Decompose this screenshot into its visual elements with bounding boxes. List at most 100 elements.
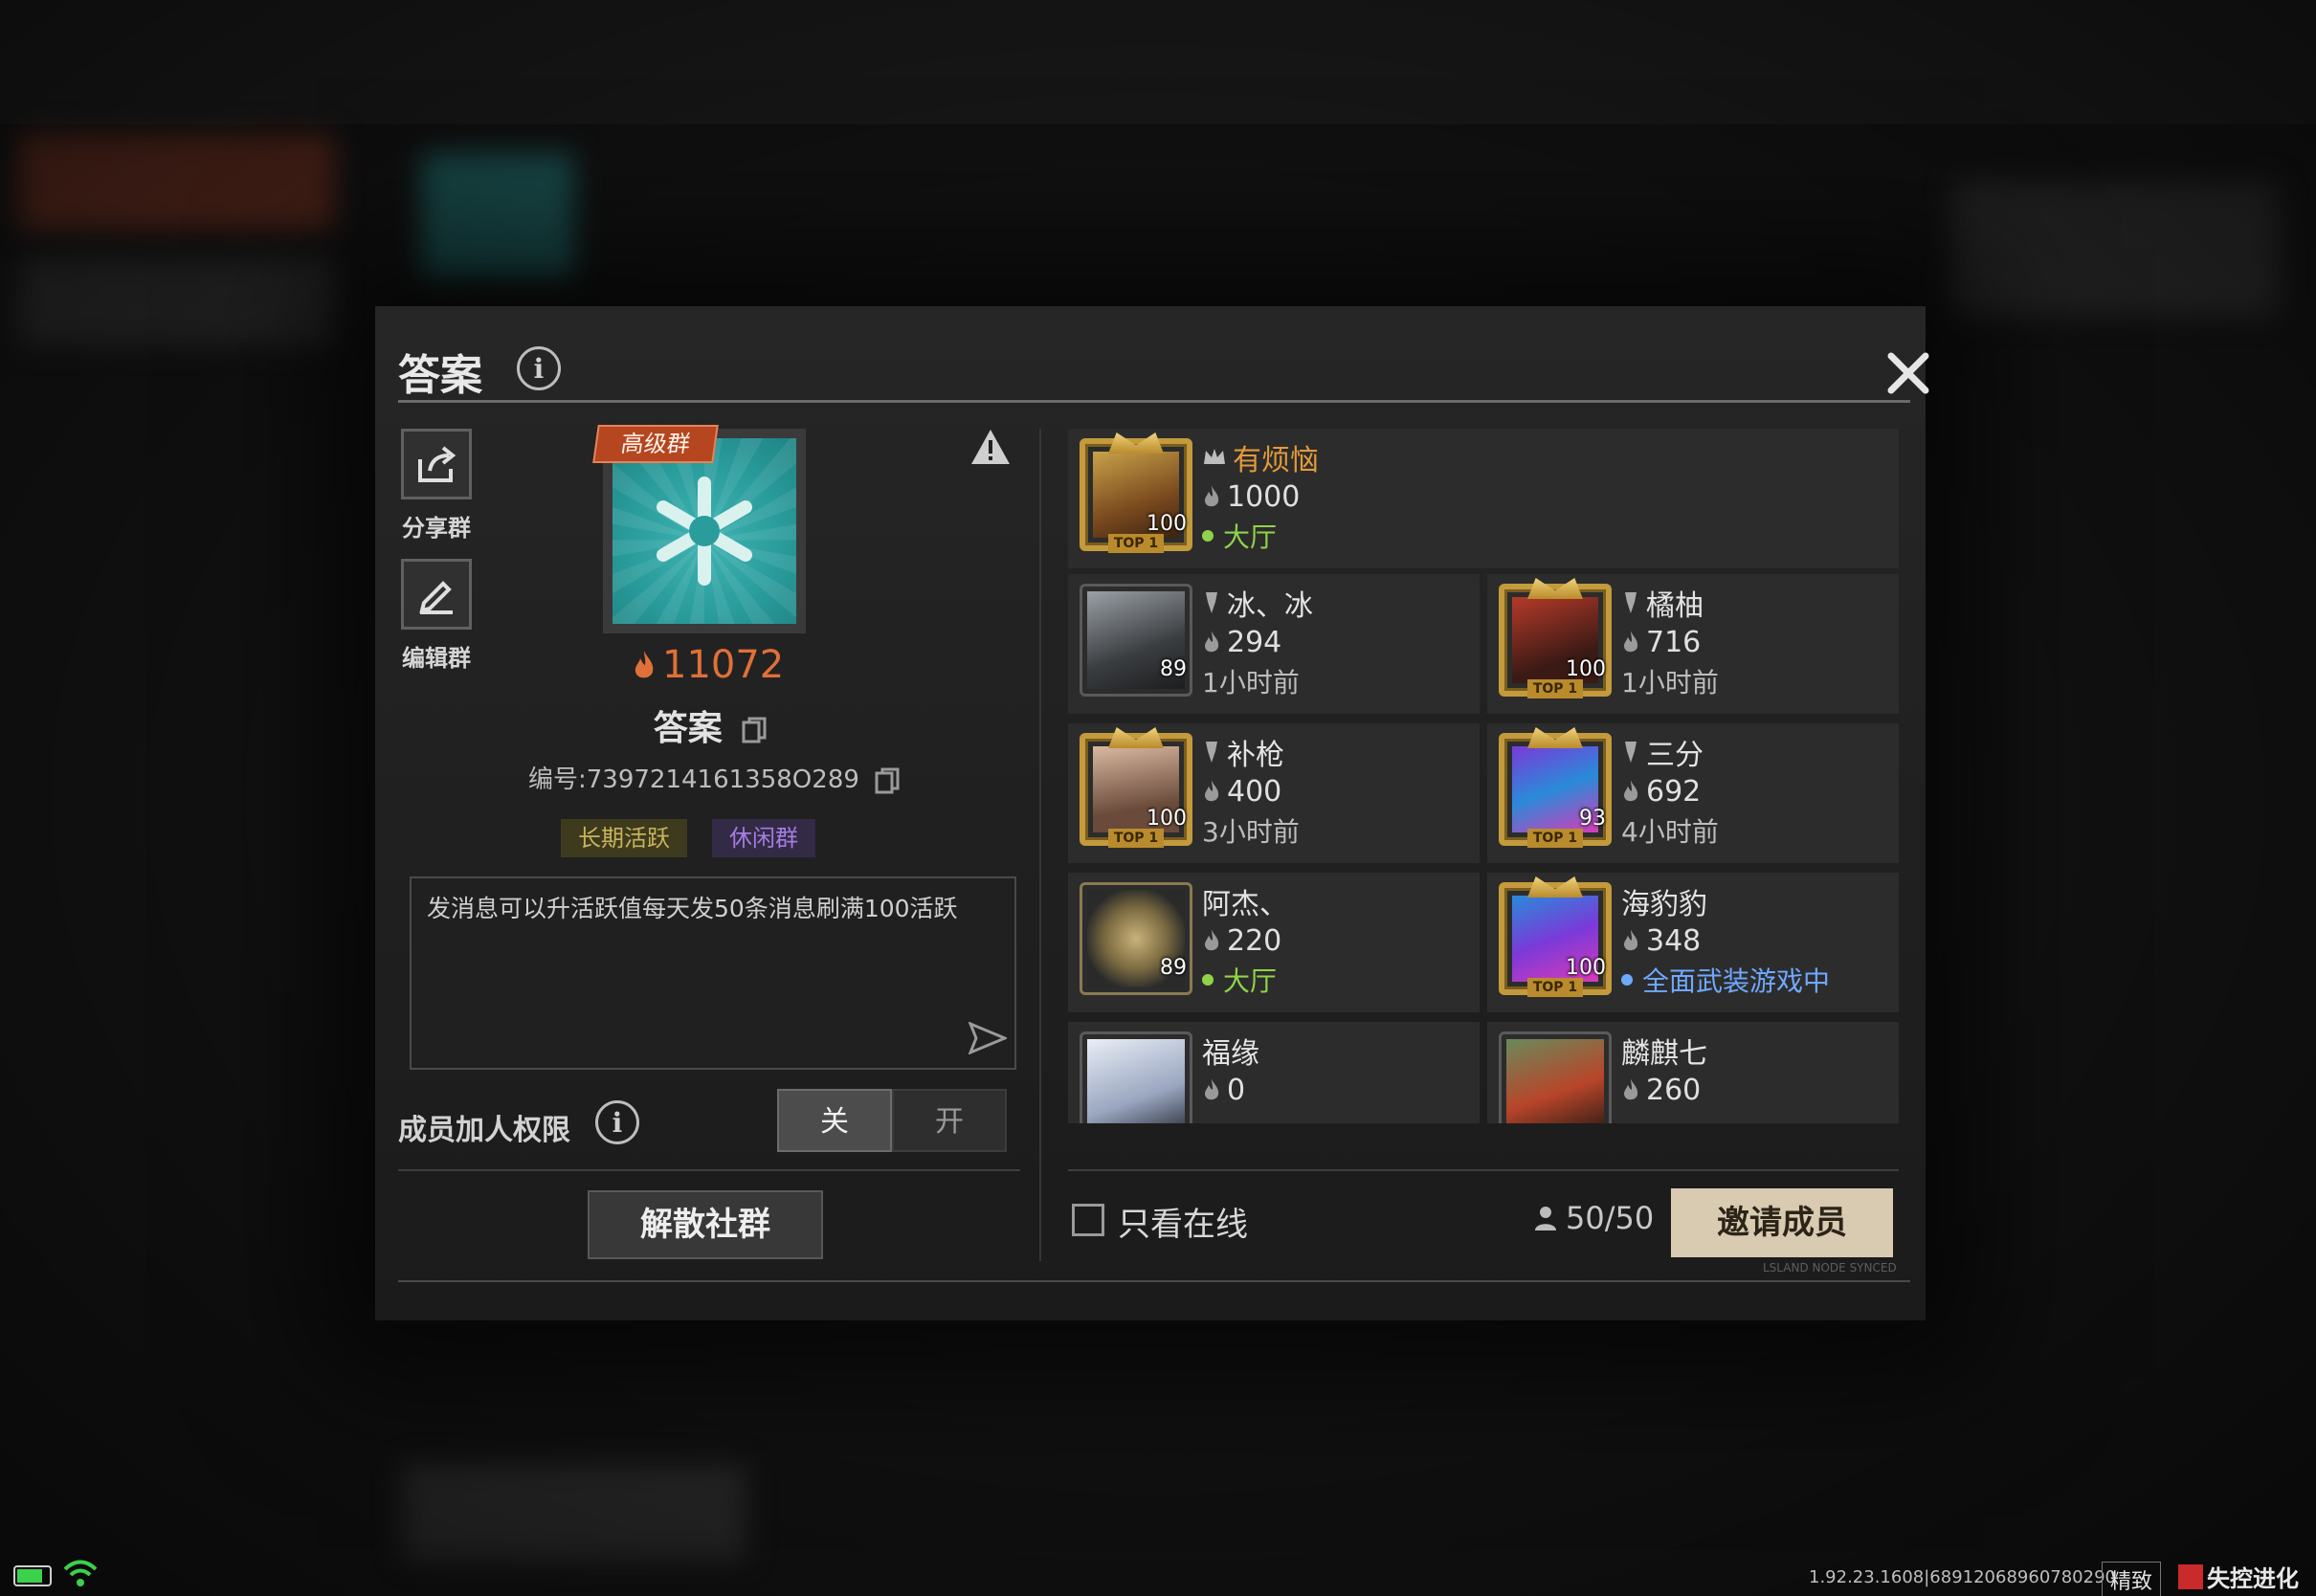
member-heat: 294: [1227, 625, 1282, 659]
member-level: 89: [1160, 956, 1187, 980]
member-card[interactable]: 89 阿杰、 220 大厅: [1068, 873, 1480, 1012]
group-dialog: 答案 i 分享群 编辑群 高级群 11072 答案 编号:73972141613…: [375, 306, 1929, 1320]
member-name: 三分: [1646, 739, 1704, 772]
edit-group-button[interactable]: 编辑群: [398, 559, 475, 673]
online-only-label[interactable]: 只看在线: [1118, 1198, 1248, 1245]
warning-icon: [971, 430, 1010, 464]
copy-icon: [742, 717, 767, 743]
member-avatar: 89: [1080, 882, 1192, 995]
member-heat: 1000: [1227, 479, 1301, 514]
group-message-input[interactable]: 发消息可以升活跃值每天发50条消息刷满100活跃: [410, 876, 1016, 1070]
flame-icon: [1205, 780, 1219, 802]
member-card[interactable]: TOP 1 100 补枪 400 3小时前: [1068, 723, 1480, 863]
member-name: 有烦恼: [1233, 444, 1319, 477]
member-heat: 400: [1227, 774, 1282, 809]
medal-icon: [1206, 742, 1217, 763]
online-dot: [1202, 974, 1214, 986]
member-status: 1小时前: [1621, 667, 1719, 698]
member-status: 1小时前: [1202, 667, 1300, 698]
invite-members-button[interactable]: 邀请成员: [1671, 1188, 1893, 1257]
member-status: 大厅: [1223, 521, 1278, 553]
dissolve-group-button[interactable]: 解散社群: [588, 1190, 823, 1259]
flame-icon: [1624, 631, 1638, 653]
permission-label: 成员加人权限: [398, 1114, 570, 1147]
send-button[interactable]: [968, 1021, 1009, 1060]
flame-icon: [1624, 1078, 1638, 1100]
person-icon: [1535, 1207, 1556, 1230]
member-status: 大厅: [1223, 965, 1278, 997]
send-icon: [968, 1021, 1009, 1055]
member-avatar: TOP 1 100: [1080, 432, 1192, 553]
member-name: 阿杰、: [1202, 888, 1288, 921]
dialog-header: 答案 i: [398, 327, 1929, 404]
header-divider: [398, 400, 1910, 403]
member-name: 补枪: [1227, 739, 1284, 772]
ingame-dot: [1621, 974, 1633, 986]
member-name: 冰、冰: [1227, 589, 1313, 623]
member-level: 100: [1147, 807, 1187, 831]
graphics-quality[interactable]: 精致: [2102, 1562, 2162, 1596]
share-icon: [418, 446, 457, 482]
medal-icon: [1625, 742, 1637, 763]
sync-caption: LSLAND NODE SYNCED: [1763, 1261, 1897, 1275]
flame-icon: [635, 651, 654, 678]
flame-icon: [1624, 929, 1638, 951]
flame-icon: [1205, 485, 1219, 507]
right-divider: [1068, 1169, 1899, 1171]
group-heat-value: 11072: [662, 643, 785, 687]
member-card-owner[interactable]: TOP 1 100 有烦恼 1000 大厅: [1068, 429, 1899, 568]
group-name: 答案: [567, 700, 854, 750]
member-avatar: [1080, 1031, 1192, 1123]
online-dot: [1202, 530, 1214, 542]
member-name: 麟麒七: [1621, 1037, 1707, 1071]
report-button[interactable]: [969, 427, 1013, 471]
member-avatar: 89: [1080, 584, 1192, 697]
dialog-bottom-rule: [398, 1280, 1910, 1282]
member-heat: 220: [1227, 923, 1282, 958]
member-card[interactable]: TOP 1 100 橘柚 716 1小时前: [1487, 574, 1899, 714]
group-message-text: 发消息可以升活跃值每天发50条消息刷满100活跃: [427, 895, 958, 922]
permission-on-option[interactable]: 开: [892, 1089, 1007, 1152]
column-divider: [1039, 429, 1041, 1261]
member-avatar: TOP 1 100: [1080, 727, 1192, 848]
copy-id-icon: [875, 767, 900, 793]
share-group-button[interactable]: 分享群: [398, 429, 475, 543]
member-card[interactable]: TOP 1 93 三分 692 4小时前: [1487, 723, 1899, 863]
member-heat: 348: [1646, 923, 1702, 958]
member-card[interactable]: 89 冰、冰 294 1小时前: [1068, 574, 1480, 714]
member-heat: 716: [1646, 625, 1702, 659]
permission-info-icon[interactable]: i: [595, 1100, 639, 1144]
member-card[interactable]: TOP 1 100 海豹豹 348 全面武装游戏中: [1487, 873, 1899, 1012]
wifi-icon: [63, 1560, 98, 1592]
online-only-checkbox[interactable]: [1072, 1204, 1104, 1236]
member-card[interactable]: 麟麒七 260: [1487, 1022, 1899, 1123]
flame-icon: [1205, 929, 1219, 951]
member-count-value: 50/50: [1566, 1200, 1655, 1236]
info-icon[interactable]: i: [517, 346, 561, 390]
flame-icon: [1205, 631, 1219, 653]
close-icon: [1887, 352, 1929, 394]
medal-icon: [1625, 592, 1637, 613]
member-avatar: TOP 1 93: [1499, 727, 1612, 848]
member-level: 100: [1566, 657, 1606, 681]
member-name: 橘柚: [1646, 589, 1704, 623]
member-count: 50/50: [1533, 1200, 1654, 1236]
dialog-title: 答案: [398, 351, 482, 400]
permission-toggle[interactable]: 关 开: [777, 1089, 1007, 1152]
left-divider: [398, 1169, 1020, 1171]
member-level: 89: [1160, 657, 1187, 681]
permission-off-option[interactable]: 关: [777, 1089, 892, 1152]
member-name: 海豹豹: [1621, 888, 1707, 921]
close-button[interactable]: [1882, 346, 1935, 400]
member-status: 4小时前: [1621, 816, 1719, 848]
tag-casual: 休闲群: [712, 819, 815, 857]
member-level: 100: [1147, 512, 1187, 536]
member-avatar: TOP 1 100: [1499, 876, 1612, 997]
share-group-label: 分享群: [402, 515, 471, 542]
member-heat: 692: [1646, 774, 1702, 809]
crown-icon: [1204, 449, 1225, 464]
member-card[interactable]: 福缘 0: [1068, 1022, 1480, 1123]
version-text: 1.92.23.1608|68912068960780290: [1809, 1567, 2116, 1587]
game-logo: 失控进化: [2178, 1560, 2299, 1593]
member-heat: 0: [1227, 1073, 1246, 1107]
